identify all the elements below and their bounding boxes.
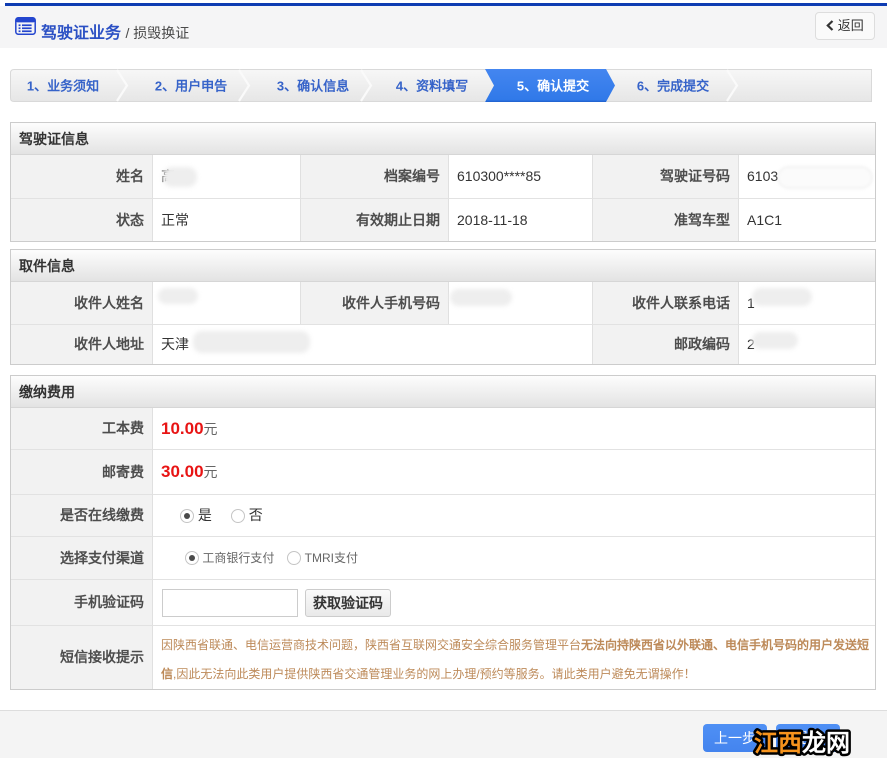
svg-text:江西龙网: 江西龙网 — [754, 730, 850, 757]
svg-text:2、用户申告: 2、用户申告 — [155, 79, 227, 94]
svg-text:5、确认提交: 5、确认提交 — [517, 79, 589, 94]
svg-text:6、完成提交: 6、完成提交 — [637, 79, 709, 94]
svg-text:1、业务须知: 1、业务须知 — [27, 79, 99, 94]
svg-text:3、确认信息: 3、确认信息 — [277, 79, 349, 94]
svg-text:4、资料填写: 4、资料填写 — [396, 79, 468, 94]
